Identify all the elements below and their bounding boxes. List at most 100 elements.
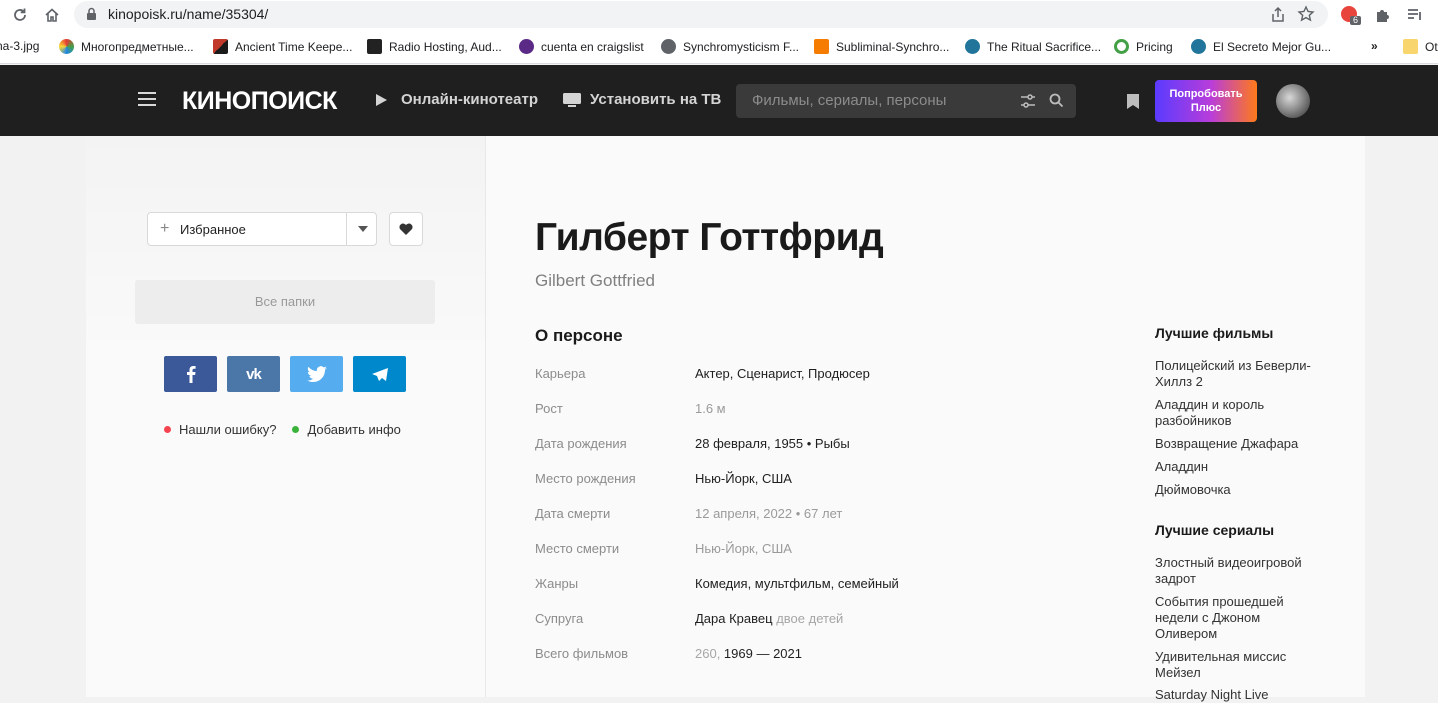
bookmark-label: The Ritual Sacrifice... — [987, 39, 1102, 54]
wordpress-icon — [965, 39, 980, 54]
kinopoisk-logo[interactable]: КИНОПОИСК — [182, 87, 337, 116]
pricing-icon — [1114, 39, 1129, 54]
info-label: Всего фильмов — [535, 646, 629, 661]
films-years: 1969 — 2021 — [723, 646, 802, 661]
best-film-link[interactable]: Дюймовочка — [1155, 482, 1320, 498]
menu-icon[interactable] — [138, 92, 156, 106]
filter-settings-icon[interactable] — [1020, 93, 1036, 109]
bookmark-item[interactable]: cuenta en craigslist — [519, 39, 644, 54]
info-value[interactable]: Актер, Сценарист, Продюсер — [695, 366, 870, 381]
bookmark-item[interactable]: Pricing — [1114, 39, 1173, 54]
spouse-link[interactable]: Дара Кравец — [695, 611, 773, 626]
reload-icon[interactable] — [9, 4, 31, 26]
star-icon[interactable] — [1296, 4, 1316, 24]
best-film-link[interactable]: Возвращение Джафара — [1155, 436, 1320, 452]
lock-icon — [87, 7, 96, 20]
extension-badge: 6 — [1353, 15, 1359, 25]
address-bar[interactable]: kinopoisk.ru/name/35304/ — [74, 1, 1328, 28]
share-icon[interactable] — [1268, 5, 1288, 25]
bookmark-item[interactable]: Subliminal-Synchro... — [814, 39, 949, 54]
page-title: Гилберт Готтфрид — [535, 216, 884, 259]
bookmark-label: Synchromysticism F... — [683, 39, 800, 54]
info-value: 1.6 м — [695, 401, 726, 416]
bookmark-item[interactable]: The Ritual Sacrifice... — [965, 39, 1101, 54]
bookmark-folder[interactable]: Ot — [1403, 39, 1438, 54]
best-film-link[interactable]: Аладдин — [1155, 459, 1320, 475]
home-icon[interactable] — [41, 4, 63, 26]
favorite-dropdown[interactable]: + Избранное — [147, 212, 377, 246]
about-section-title: О персоне — [535, 326, 623, 345]
vk-icon: vk — [246, 365, 262, 383]
vk-share-button[interactable]: vk — [227, 356, 280, 392]
folder-icon — [1403, 39, 1418, 54]
search-box — [736, 84, 1076, 118]
site-header: КИНОПОИСК Онлайн-кинотеатр Установить на… — [0, 65, 1438, 136]
bookmark-label: El Secreto Mejor Gu... — [1213, 39, 1332, 54]
info-label: Жанры — [535, 576, 579, 591]
favorite-label: Избранное — [180, 222, 246, 237]
try-plus-button[interactable]: Попробовать Плюс — [1155, 80, 1257, 122]
left-column: + Избранное Все папки vk Нашли ошибку? Д… — [86, 136, 486, 697]
globe-icon — [661, 39, 676, 54]
bookmark-item[interactable]: Многопредметные... — [59, 39, 194, 54]
telegram-plane-icon — [371, 367, 388, 381]
reading-list-icon[interactable] — [1404, 4, 1426, 26]
best-series-link[interactable]: События прошедшей недели с Джоном Оливер… — [1155, 594, 1320, 642]
best-film-link[interactable]: Аладдин и король разбойников — [1155, 397, 1320, 429]
twitter-share-button[interactable] — [290, 356, 343, 392]
bookmark-item[interactable]: na-3.jpg — [0, 39, 39, 53]
report-error-link[interactable]: Нашли ошибку? — [179, 422, 276, 437]
bookmark-icon[interactable] — [1126, 93, 1140, 110]
bookmark-item[interactable]: Radio Hosting, Aud... — [367, 39, 502, 54]
bookmark-item[interactable]: Synchromysticism F... — [661, 39, 799, 54]
install-tv-link[interactable]: Установить на ТВ — [563, 91, 721, 108]
info-value[interactable]: Комедия, мультфильм, семейный — [695, 576, 899, 591]
person-page: + Избранное Все папки vk Нашли ошибку? Д… — [86, 136, 1365, 702]
search-input[interactable] — [752, 92, 1012, 109]
bookmarks-bar: na-3.jpg Многопредметные... Ancient Time… — [0, 30, 1438, 64]
install-tv-label: Установить на ТВ — [590, 91, 722, 108]
info-label: Дата смерти — [535, 506, 611, 521]
bookmark-label: Subliminal-Synchro... — [836, 39, 950, 54]
best-series-title: Лучшие сериалы — [1155, 522, 1275, 538]
puzzle-extensions-icon[interactable] — [1372, 4, 1394, 26]
telegram-share-button[interactable] — [353, 356, 406, 392]
best-film-link[interactable]: Полицейский из Беверли-Хиллз 2 — [1155, 358, 1320, 390]
info-label: Супруга — [535, 611, 584, 626]
all-folders-button[interactable]: Все папки — [135, 280, 435, 324]
best-series-link[interactable]: Удивительная миссис Мейзел — [1155, 649, 1320, 681]
plus-button-line2: Плюс — [1190, 102, 1222, 114]
info-value[interactable]: Нью-Йорк, США — [695, 471, 792, 486]
add-info-link[interactable]: Добавить инфо — [307, 422, 400, 437]
online-cinema-label: Онлайн-кинотеатр — [401, 91, 538, 108]
avatar[interactable] — [1276, 84, 1310, 118]
url-text[interactable]: kinopoisk.ru/name/35304/ — [108, 6, 268, 22]
info-value[interactable]: 28 февраля, 1955 • Рыбы — [695, 436, 850, 451]
chevron-down-icon[interactable] — [358, 226, 368, 232]
bookmark-item[interactable]: El Secreto Mejor Gu... — [1191, 39, 1331, 54]
search-icon[interactable] — [1049, 93, 1064, 108]
bookmark-label: cuenta en craigslist — [541, 39, 644, 54]
info-value: 12 апреля, 2022 • 67 лет — [695, 506, 843, 521]
info-label: Место рождения — [535, 471, 636, 486]
original-name: Gilbert Gottfried — [535, 271, 655, 290]
plus-button-line1: Попробовать — [1169, 88, 1243, 100]
r-logo-icon — [367, 39, 382, 54]
peace-icon — [519, 39, 534, 54]
info-value: Нью-Йорк, США — [695, 541, 792, 556]
bookmark-item[interactable]: Ancient Time Keepe... — [213, 39, 352, 54]
facebook-share-button[interactable] — [164, 356, 217, 392]
info-value-group: Дара Кравец двое детей — [695, 611, 843, 626]
overflow-label: » — [1371, 39, 1378, 53]
bookmark-label: na-3.jpg — [0, 39, 40, 53]
bookmark-label: Ot — [1425, 39, 1438, 54]
bookmarks-overflow-button[interactable]: » — [1371, 39, 1378, 53]
info-label: Карьера — [535, 366, 586, 381]
best-series-link[interactable]: Злостный видеоигровой задрот — [1155, 555, 1320, 587]
online-cinema-link[interactable]: Онлайн-кинотеатр — [375, 91, 538, 108]
films-count[interactable]: 260, — [695, 646, 724, 661]
info-label: Рост — [535, 401, 563, 416]
like-button[interactable] — [389, 212, 423, 246]
best-series-link[interactable]: Saturday Night Live — [1155, 687, 1320, 703]
adblock-extension-icon[interactable]: 6 — [1340, 4, 1362, 26]
